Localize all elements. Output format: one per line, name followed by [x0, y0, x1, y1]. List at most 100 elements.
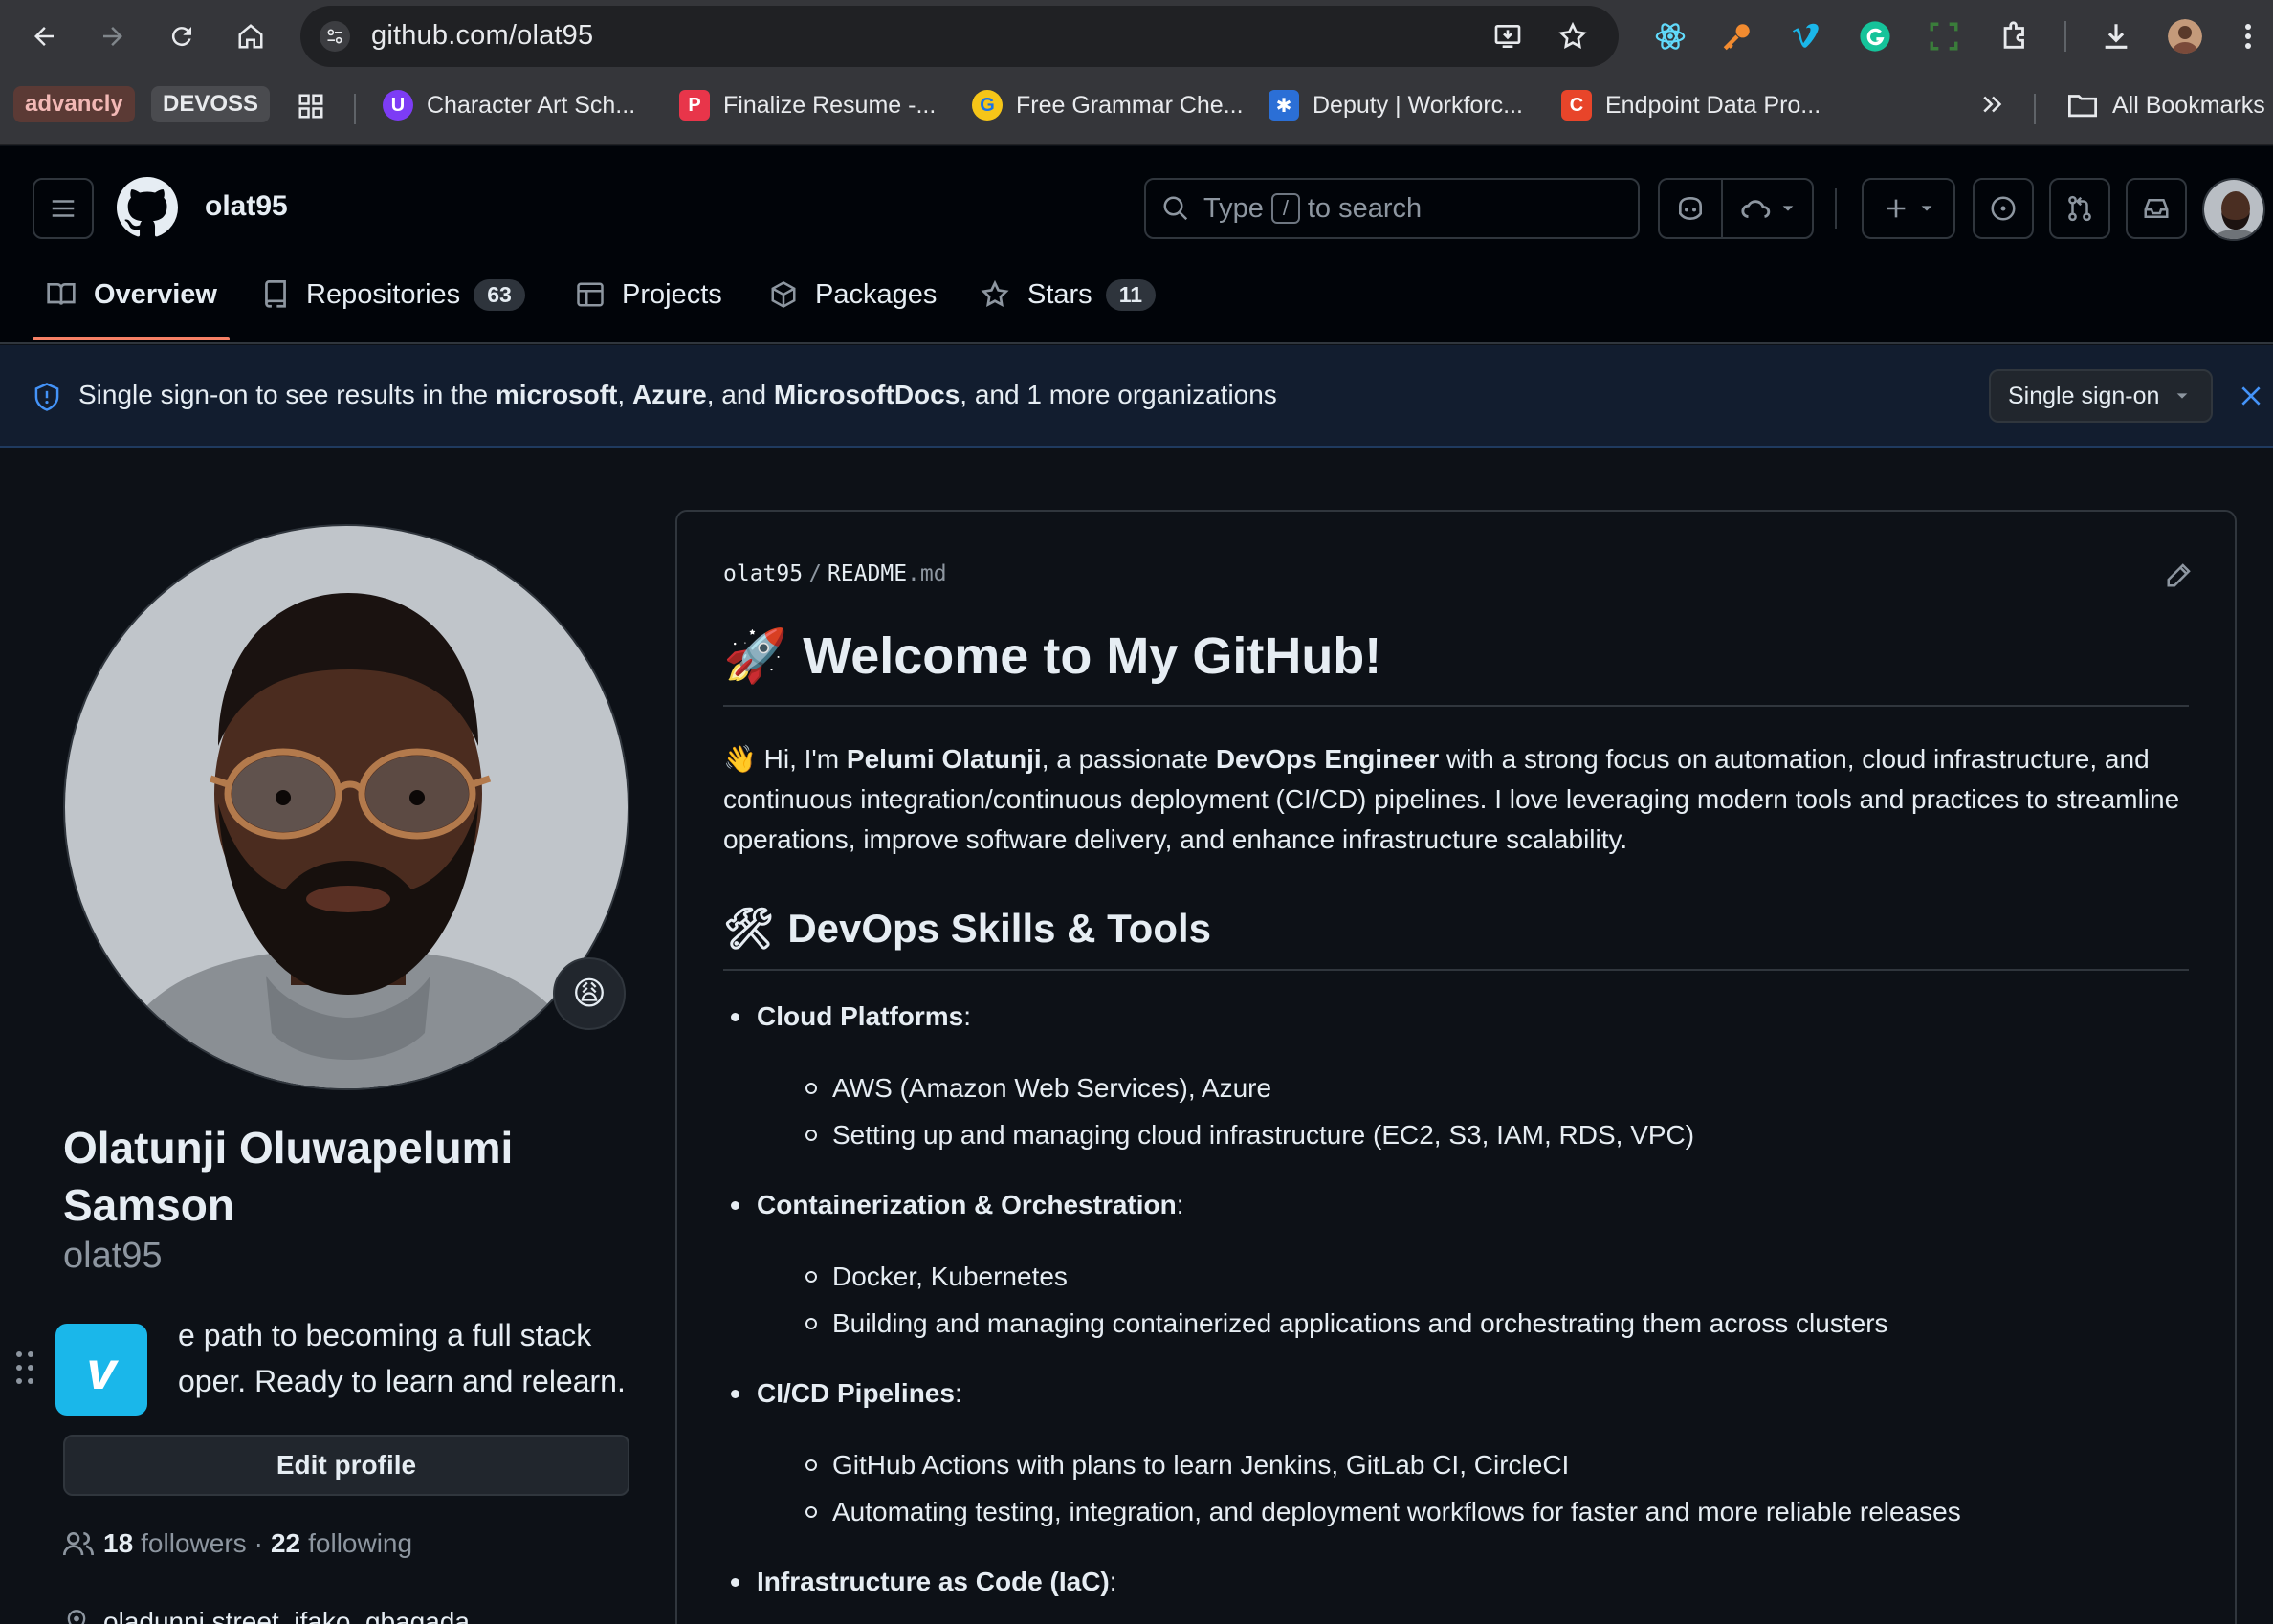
- status-emoji-button[interactable]: 😩: [553, 957, 626, 1030]
- tools-emoji-icon: 🛠: [723, 906, 775, 951]
- intro-text: Hi, I'm: [756, 744, 847, 774]
- readme-subheading-text: DevOps Skills & Tools: [787, 906, 1212, 951]
- tab-label: Projects: [622, 278, 722, 310]
- search-shortcut-key: /: [1270, 193, 1300, 224]
- url-text: github.com/olat95: [371, 20, 594, 51]
- copilot-chat-button[interactable]: [1660, 180, 1723, 237]
- forward-button[interactable]: [90, 13, 136, 59]
- issues-button[interactable]: [1973, 178, 2034, 239]
- bookmark-grammar-checker[interactable]: G Free Grammar Che...: [972, 88, 1244, 122]
- vimeo-icon: v: [86, 1339, 117, 1400]
- bookmark-folder-advancly[interactable]: advancly: [13, 86, 135, 122]
- reload-button[interactable]: [159, 13, 205, 59]
- home-button[interactable]: [228, 13, 274, 59]
- readme-path-file[interactable]: README: [828, 561, 907, 586]
- tab-projects[interactable]: Projects: [576, 261, 722, 328]
- profile-location: oladunni street, ifako, gbagada: [63, 1607, 470, 1624]
- tab-label: Repositories: [306, 278, 461, 310]
- book-icon: [47, 283, 76, 305]
- context-username[interactable]: olat95: [205, 190, 288, 223]
- bookmark-star-icon[interactable]: [1556, 19, 1590, 54]
- grammarly-icon[interactable]: [1858, 19, 1892, 54]
- chevron-down-icon: [2177, 393, 2188, 399]
- bookmark-label: Deputy | Workforc...: [1313, 91, 1523, 119]
- apps-grid-icon[interactable]: [297, 92, 325, 121]
- hamburger-menu-button[interactable]: [33, 178, 94, 239]
- unacademy-icon: U: [383, 90, 413, 121]
- bookmark-character-art[interactable]: U Character Art Sch...: [383, 88, 635, 122]
- back-button[interactable]: [21, 13, 67, 59]
- repositories-counter: 63: [474, 278, 525, 311]
- tab-stars[interactable]: Stars 11: [980, 261, 1157, 328]
- following-link[interactable]: 22 following: [271, 1528, 412, 1559]
- rocket-emoji-icon: 🚀: [723, 627, 788, 685]
- vimeo-floating-button[interactable]: v: [55, 1324, 147, 1416]
- plus-icon: [1887, 199, 1906, 218]
- skill-group-title: CI/CD Pipelines: [757, 1378, 955, 1408]
- close-banner-icon[interactable]: [2239, 384, 2263, 408]
- single-sign-on-button[interactable]: Single sign-on: [1989, 369, 2213, 423]
- browser-menu-icon[interactable]: [2239, 19, 2258, 54]
- all-bookmarks-label: All Bookmarks: [2112, 91, 2265, 119]
- github-header: olat95 Type / to search Overview Reposit…: [0, 146, 2273, 344]
- site-info-icon[interactable]: [320, 21, 350, 52]
- header-divider: [1835, 188, 1837, 229]
- search-input[interactable]: Type / to search: [1144, 178, 1640, 239]
- bookmark-label: Finalize Resume -...: [723, 91, 937, 119]
- readme-path-user[interactable]: olat95: [723, 561, 803, 586]
- downloads-icon[interactable]: [2099, 19, 2133, 54]
- bio-line: e path to becoming a full stack: [178, 1318, 592, 1352]
- pull-requests-button[interactable]: [2049, 178, 2110, 239]
- skill-group: CI/CD Pipelines:: [731, 1378, 962, 1409]
- bookmark-deputy[interactable]: ✱ Deputy | Workforc...: [1269, 88, 1523, 122]
- bullet-icon: [731, 1577, 739, 1587]
- profile-full-name: Olatunji Oluwapelumi Samson: [63, 1123, 514, 1230]
- github-logo-icon[interactable]: [117, 177, 178, 238]
- skill-item-text: GitHub Actions with plans to learn Jenki…: [832, 1450, 1570, 1480]
- bookmark-finalize-resume[interactable]: P Finalize Resume -...: [679, 88, 936, 122]
- tab-repositories[interactable]: Repositories 63: [262, 261, 525, 328]
- inbox-button[interactable]: [2126, 178, 2187, 239]
- edit-readme-pencil-icon[interactable]: [2162, 558, 2196, 592]
- extensions-puzzle-icon[interactable]: [1997, 19, 2032, 54]
- bookmark-endpoint-data[interactable]: C Endpoint Data Pro...: [1561, 88, 1821, 122]
- chrome-profile-avatar[interactable]: [2168, 19, 2202, 54]
- user-avatar[interactable]: [2202, 178, 2265, 241]
- copilot-dropdown-button[interactable]: [1723, 180, 1813, 237]
- readme-path-ext: .md: [907, 561, 947, 586]
- chevron-down-icon: [1782, 206, 1794, 211]
- profile-avatar[interactable]: [63, 524, 629, 1090]
- profile-username: olat95: [63, 1236, 163, 1276]
- readme-heading-text: Welcome to My GitHub!: [803, 627, 1382, 685]
- skill-group-title: Infrastructure as Code (IaC): [757, 1567, 1110, 1596]
- followers-link[interactable]: 18 followers: [103, 1528, 247, 1559]
- skill-item-text: Setting up and managing cloud infrastruc…: [832, 1120, 1695, 1150]
- more-bookmarks-chevron-icon[interactable]: [1978, 90, 2007, 119]
- drag-handle-icon[interactable]: [13, 1349, 36, 1394]
- skill-group-title: Containerization & Orchestration: [757, 1190, 1177, 1219]
- skill-item: AWS (Amazon Web Services), Azure: [805, 1073, 1271, 1104]
- wave-emoji-icon: 👋: [723, 744, 757, 774]
- following-count: 22: [270, 1528, 301, 1558]
- install-app-icon[interactable]: [1490, 19, 1525, 54]
- sso-text: Single sign-on to see results in the: [78, 380, 496, 409]
- inbox-icon: [2144, 199, 2169, 218]
- screen-capture-icon[interactable]: [1927, 19, 1961, 54]
- hamburger-icon: [52, 200, 75, 217]
- sso-text: , and 1 more organizations: [960, 380, 1277, 409]
- readme-heading: 🚀 Welcome to My GitHub!: [723, 626, 2189, 707]
- react-devtools-icon[interactable]: [1653, 19, 1688, 54]
- intro-role: DevOps Engineer: [1215, 744, 1440, 774]
- skill-item: Automating testing, integration, and dep…: [805, 1497, 1961, 1527]
- tab-packages[interactable]: Packages: [769, 261, 937, 328]
- all-bookmarks-folder[interactable]: All Bookmarks: [2066, 88, 2265, 122]
- sso-org: microsoft: [495, 380, 618, 409]
- vimeo-extension-icon[interactable]: [1789, 19, 1823, 54]
- tab-overview[interactable]: Overview: [46, 261, 217, 328]
- address-bar[interactable]: github.com/olat95: [300, 6, 1619, 67]
- create-new-button[interactable]: [1862, 178, 1955, 239]
- bookmark-folder-devoss[interactable]: DEVOSS: [151, 86, 271, 122]
- skill-item-text: Automating testing, integration, and dep…: [832, 1497, 1961, 1526]
- key-extension-icon[interactable]: [1720, 19, 1754, 54]
- edit-profile-button[interactable]: Edit profile: [63, 1435, 629, 1496]
